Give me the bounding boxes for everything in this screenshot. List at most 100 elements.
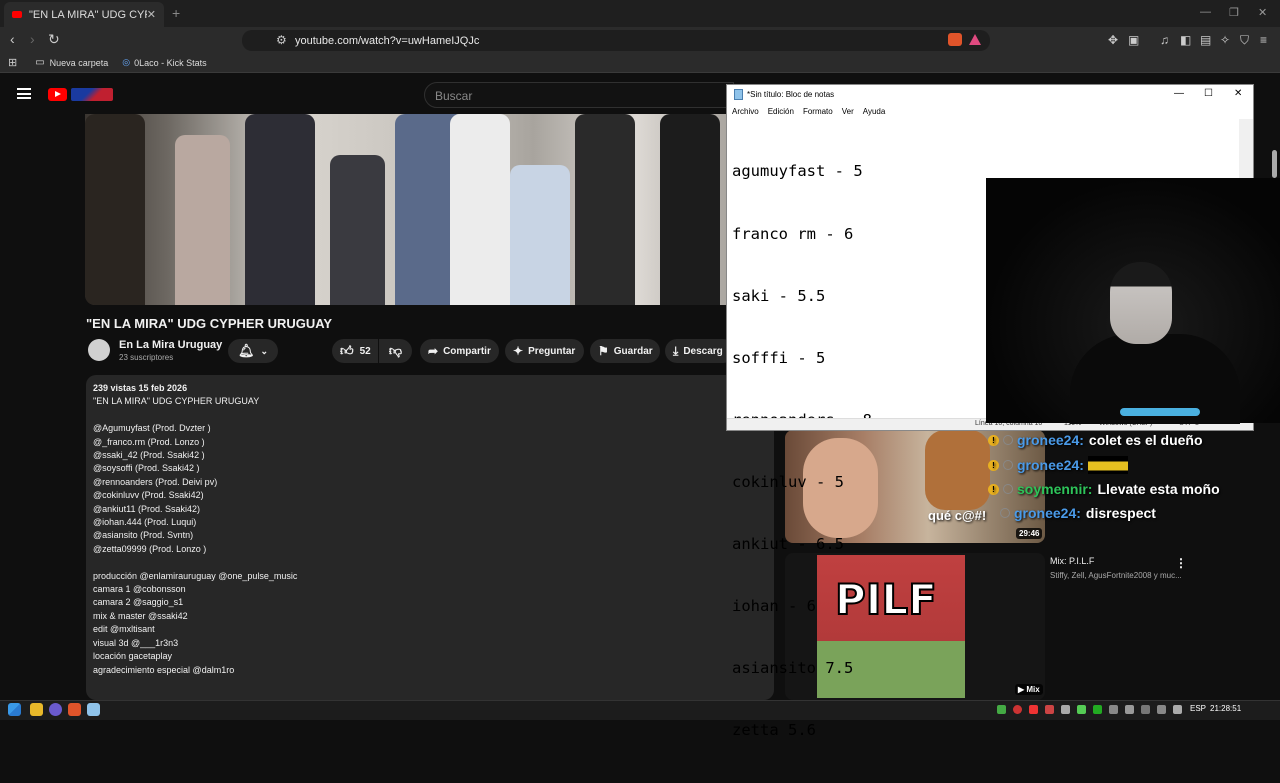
menu-icon[interactable]: ≡ <box>1260 33 1267 47</box>
video-description[interactable]: 239 vistas 15 feb 2026 "EN LA MIRA" UDG … <box>86 375 774 700</box>
minimize-icon[interactable]: — <box>1200 6 1211 18</box>
maximize-icon[interactable]: ❐ <box>1229 6 1239 19</box>
more-options-icon[interactable]: ⋮ <box>1175 556 1187 570</box>
tray-icon[interactable] <box>1029 705 1038 714</box>
description-artist[interactable]: @soysoffi (Prod. Ssaki42 ) <box>93 462 767 475</box>
download-icon: ⤓ <box>673 343 679 358</box>
close-window-icon[interactable]: ✕ <box>1258 6 1267 19</box>
description-artist[interactable]: @cokinluvv (Prod. Ssaki42) <box>93 489 767 502</box>
notepad-text-area[interactable]: agumuyfast - 5 franco rm - 6 saki - 5.5 … <box>732 120 872 783</box>
close-icon[interactable]: ✕ <box>1234 88 1242 99</box>
description-credit[interactable]: camara 2 @saggio_s1 <box>93 596 767 609</box>
description-credit[interactable]: edit @mxltisant <box>93 623 767 636</box>
folder-icon: ▭ <box>35 57 45 68</box>
country-logo <box>71 88 113 101</box>
video-figure <box>245 114 315 305</box>
reload-icon[interactable]: ↻ <box>48 31 60 48</box>
start-icon[interactable] <box>8 703 21 716</box>
language-indicator[interactable]: ESP <box>1190 704 1206 713</box>
description-credit[interactable]: agradecimiento especial @dalm1ro <box>93 664 767 677</box>
music-icon[interactable]: ♫ <box>1160 33 1169 47</box>
mix-title[interactable]: Mix: P.I.L.F <box>1050 556 1094 566</box>
wifi-icon[interactable] <box>1157 705 1166 714</box>
search-input[interactable]: Buscar <box>424 82 734 108</box>
page-scrollbar[interactable] <box>1272 150 1277 178</box>
download-label: Descarg <box>683 345 723 357</box>
tray-icon[interactable] <box>997 705 1006 714</box>
back-icon[interactable]: ‹ <box>10 31 15 47</box>
tray-icon[interactable] <box>1045 705 1054 714</box>
notepad-title: *Sin título: Bloc de notas <box>747 90 835 99</box>
taskbar <box>0 700 1280 720</box>
video-player[interactable] <box>85 114 775 305</box>
file-explorer-icon[interactable] <box>30 703 43 716</box>
address-bar[interactable]: youtube.com/watch?v=uwHameIJQJc <box>242 30 990 51</box>
chevron-down-icon: ⌄ <box>260 345 269 356</box>
save-button[interactable]: ⚑ Guardar <box>590 339 660 363</box>
ask-button[interactable]: ✦ Preguntar <box>505 339 584 363</box>
download-button[interactable]: ⤓ Descarg <box>665 339 735 363</box>
forward-icon[interactable]: › <box>30 31 35 47</box>
channel-name[interactable]: En La Mira Uruguay <box>119 339 222 351</box>
share-button[interactable]: ➦ Compartir <box>420 339 499 363</box>
description-artist[interactable]: @iohan.444 (Prod. Luqui) <box>93 516 767 529</box>
notepad-taskbar-icon[interactable] <box>87 703 100 716</box>
site-info-icon[interactable]: ⚙ <box>276 33 287 47</box>
bookmark-kick-stats[interactable]: 0Laco - Kick Stats <box>134 58 207 68</box>
volume-icon[interactable] <box>1173 705 1182 714</box>
menu-formato[interactable]: Formato <box>803 107 833 116</box>
minimize-icon[interactable]: — <box>1174 88 1184 99</box>
vpn-icon[interactable]: ⛉ <box>1240 33 1249 48</box>
description-artist[interactable]: @Agumuyfast (Prod. Dvzter ) <box>93 422 767 435</box>
new-tab-icon[interactable]: + <box>172 5 180 21</box>
description-artist[interactable]: @ssaki_42 (Prod. Ssaki42 ) <box>93 449 767 462</box>
bookmark-nueva-carpeta[interactable]: Nueva carpeta <box>50 58 109 68</box>
panel-icon[interactable]: ◧ <box>1180 33 1191 47</box>
tray-icon[interactable] <box>1077 705 1086 714</box>
wallet-icon[interactable]: ▤ <box>1200 33 1211 47</box>
description-artist[interactable]: @_franco.rm (Prod. Lonzo ) <box>93 436 767 449</box>
tray-icon[interactable] <box>1125 705 1134 714</box>
notepad-titlebar[interactable]: *Sin título: Bloc de notas — ☐ ✕ <box>727 85 1253 104</box>
youtube-logo-icon[interactable] <box>48 88 67 101</box>
discord-icon[interactable] <box>49 703 62 716</box>
description-artist[interactable]: @asiansito (Prod. Svntn) <box>93 529 767 542</box>
tray-icon[interactable] <box>1061 705 1070 714</box>
like-button[interactable]: 👍︎ 52 <box>332 339 378 363</box>
menu-edicion[interactable]: Edición <box>768 107 794 116</box>
description-artist[interactable]: @zetta09999 (Prod. Lonzo ) <box>93 543 767 556</box>
brave-icon[interactable] <box>68 703 81 716</box>
notifications-button[interactable]: 🔔︎ ⌄ <box>228 339 278 363</box>
hamburger-menu-icon[interactable] <box>17 88 31 99</box>
description-credit[interactable]: mix & master @ssaki42 <box>93 610 767 623</box>
description-credit[interactable]: producción @enlamirauruguay @one_pulse_m… <box>93 570 767 583</box>
fox-mask-image <box>925 430 990 510</box>
subscriber-badge-icon: ! <box>988 434 999 446</box>
tray-icon[interactable] <box>1109 705 1118 714</box>
description-credit[interactable]: locación gacetaplay <box>93 650 767 663</box>
sidebar-icon[interactable]: ▣ <box>1128 33 1139 47</box>
thumbs-up-icon: 👍︎ <box>340 343 354 358</box>
tray-icon[interactable] <box>1013 705 1022 714</box>
text-line: cokinluv - 5 <box>732 472 844 491</box>
tray-icon[interactable] <box>1093 705 1102 714</box>
maximize-icon[interactable]: ☐ <box>1204 88 1213 99</box>
apps-icon[interactable]: ⊞ <box>8 56 17 69</box>
tray-icon[interactable] <box>1141 705 1150 714</box>
dislike-button[interactable]: 👎︎ <box>379 339 412 363</box>
description-credit[interactable]: camara 1 @cobonsson <box>93 583 767 596</box>
clock[interactable]: 21:28:51 <box>1210 704 1241 713</box>
extensions-icon[interactable]: ✥ <box>1108 33 1118 47</box>
channel-avatar[interactable] <box>88 339 110 361</box>
brave-shields-icon[interactable] <box>948 33 962 46</box>
menu-archivo[interactable]: Archivo <box>732 107 759 116</box>
description-artist[interactable]: @rennoanders (Prod. Deivi pv) <box>93 476 767 489</box>
ai-icon[interactable]: ✧ <box>1220 33 1230 47</box>
close-tab-icon[interactable]: ✕ <box>147 8 156 21</box>
browser-tab[interactable]: "EN LA MIRA" UDG CYPHER URU... ✕ <box>4 2 164 27</box>
brave-rewards-icon[interactable] <box>969 34 981 45</box>
description-credit[interactable]: visual 3d @___1r3n3 <box>93 637 767 650</box>
menu-ver[interactable]: Ver <box>842 107 854 116</box>
description-artist[interactable]: @ankiut11 (Prod. Ssaki42) <box>93 503 767 516</box>
menu-ayuda[interactable]: Ayuda <box>863 107 886 116</box>
